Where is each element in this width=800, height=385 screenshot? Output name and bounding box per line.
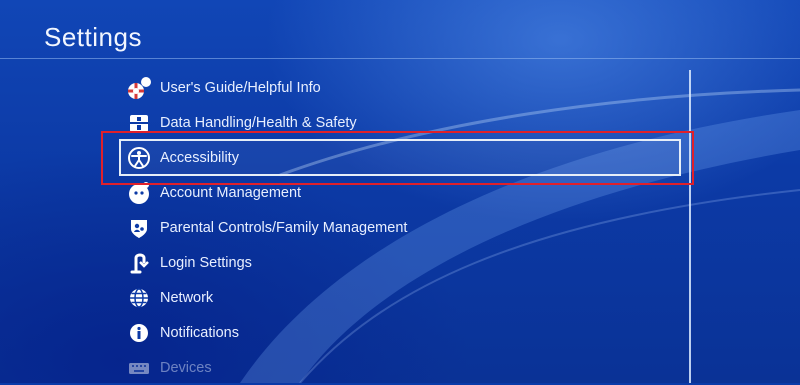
menu-item-label: Parental Controls/Family Management	[160, 219, 408, 236]
globe-icon	[126, 285, 152, 311]
menu-item-label: Notifications	[160, 324, 239, 341]
menu-item-parental-controls[interactable]: Parental Controls/Family Management	[120, 210, 682, 245]
help-info-icon	[126, 75, 152, 101]
menu-item-label: Account Management	[160, 184, 302, 201]
menu-item-network[interactable]: Network	[120, 280, 682, 315]
highlight-annotation	[101, 131, 694, 185]
menu-item-label: Data Handling/Health & Safety	[160, 114, 357, 131]
menu-item-label: Network	[160, 289, 214, 306]
menu-item-label: User's Guide/Helpful Info	[160, 79, 321, 96]
login-icon	[126, 250, 152, 276]
menu-item-label: Devices	[160, 359, 212, 376]
header-divider	[0, 58, 800, 59]
menu-item-label: Login Settings	[160, 254, 252, 271]
menu-item-devices[interactable]: Devices	[120, 350, 682, 385]
parental-controls-icon	[126, 215, 152, 241]
scrollbar[interactable]	[689, 70, 691, 383]
menu-item-users-guide[interactable]: User's Guide/Helpful Info	[120, 70, 682, 105]
menu-item-login-settings[interactable]: Login Settings	[120, 245, 682, 280]
page-title: Settings	[44, 22, 142, 52]
info-icon	[126, 320, 152, 346]
keyboard-icon	[126, 355, 152, 381]
menu-item-notifications[interactable]: Notifications	[120, 315, 682, 350]
